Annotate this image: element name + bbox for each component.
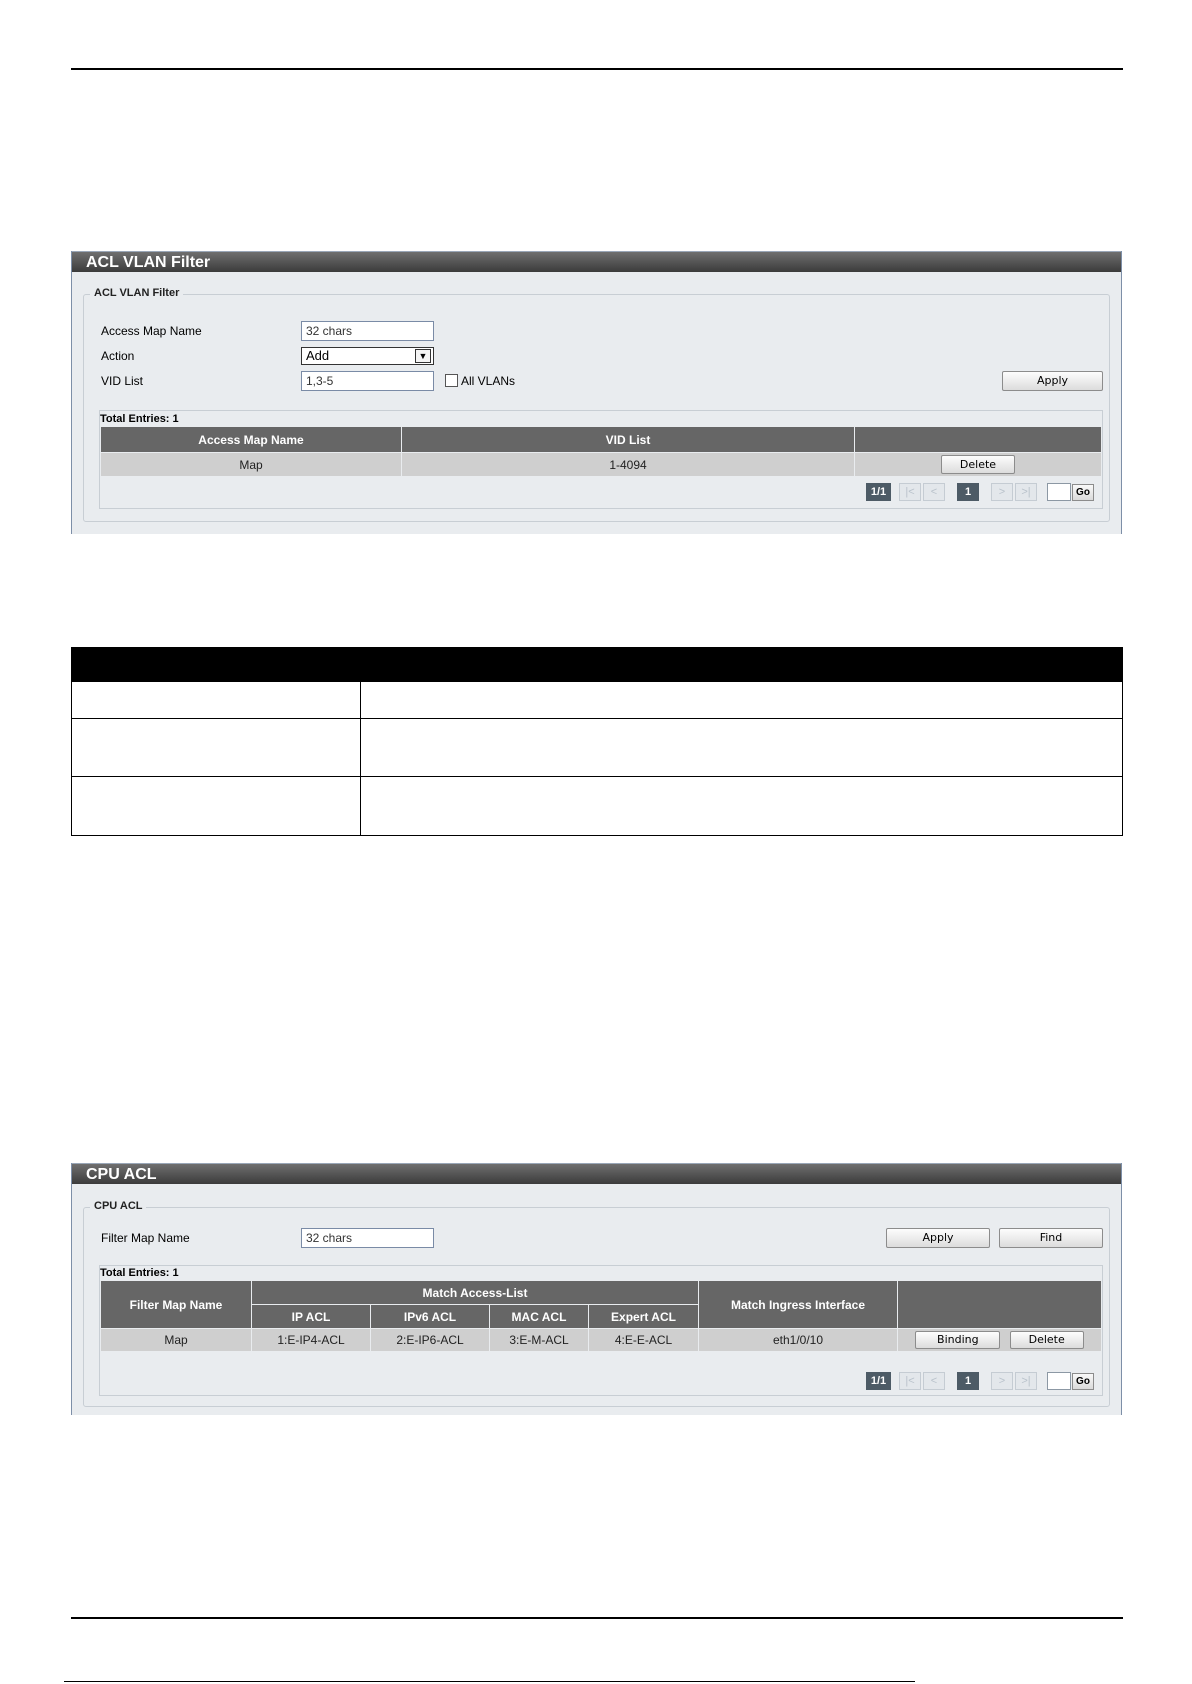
cell-actions: Delete bbox=[854, 452, 1102, 477]
action-select[interactable]: Add ▼ bbox=[301, 347, 434, 365]
pager: 1/1 |< < 1 > >| Go bbox=[866, 483, 1106, 501]
col-mac-acl: MAC ACL bbox=[489, 1304, 589, 1329]
cell-vid-list: 1-4094 bbox=[401, 452, 855, 477]
cpu-acl-panel: CPU ACL CPU ACL Filter Map Name 32 chars… bbox=[71, 1163, 1122, 1415]
cell-ingress: eth1/0/10 bbox=[698, 1328, 898, 1352]
filter-map-name-label: Filter Map Name bbox=[101, 1231, 190, 1245]
fieldset-legend: ACL VLAN Filter bbox=[90, 287, 184, 299]
desc-header bbox=[71, 647, 361, 682]
cpu-acl-fieldset: CPU ACL Filter Map Name 32 chars Apply F… bbox=[83, 1200, 1110, 1407]
next-page-button[interactable]: > bbox=[991, 1372, 1013, 1390]
col-match-ingress-interface: Match Ingress Interface bbox=[698, 1280, 898, 1329]
next-page-button[interactable]: > bbox=[991, 483, 1013, 501]
desc-header bbox=[360, 647, 1123, 682]
cell-filter-map-name: Map bbox=[100, 1328, 252, 1352]
cell-mac-acl: 3:E-M-ACL bbox=[489, 1328, 589, 1352]
chevron-down-icon[interactable]: ▼ bbox=[415, 349, 431, 363]
cell-actions: Binding Delete bbox=[897, 1328, 1102, 1352]
desc-row bbox=[71, 776, 1123, 836]
col-ip-acl: IP ACL bbox=[251, 1304, 371, 1329]
desc-row bbox=[71, 718, 1123, 777]
access-map-name-label: Access Map Name bbox=[101, 324, 202, 338]
prev-page-button[interactable]: < bbox=[923, 483, 945, 501]
acl-vlan-filter-table: Access Map Name VID List Map 1-4094 Dele… bbox=[100, 426, 1102, 477]
binding-button[interactable]: Binding bbox=[915, 1331, 1001, 1349]
last-page-button[interactable]: >| bbox=[1015, 1372, 1037, 1390]
top-rule bbox=[71, 68, 1123, 70]
cell-ip-acl: 1:E-IP4-ACL bbox=[251, 1328, 371, 1352]
cell-ipv6-acl: 2:E-IP6-ACL bbox=[370, 1328, 490, 1352]
page-number-input[interactable] bbox=[1047, 1372, 1071, 1390]
desc-row bbox=[71, 681, 1123, 719]
prev-page-button[interactable]: < bbox=[923, 1372, 945, 1390]
last-page-button[interactable]: >| bbox=[1015, 483, 1037, 501]
cell-access-map-name: Map bbox=[100, 452, 402, 477]
action-select-value: Add bbox=[306, 348, 330, 363]
panel-title: CPU ACL bbox=[72, 1163, 1121, 1184]
panel-title: ACL VLAN Filter bbox=[72, 251, 1121, 272]
go-button[interactable]: Go bbox=[1072, 484, 1094, 501]
delete-button[interactable]: Delete bbox=[1009, 1331, 1084, 1349]
page-number-input[interactable] bbox=[1047, 483, 1071, 501]
col-access-map-name: Access Map Name bbox=[100, 426, 402, 453]
action-label: Action bbox=[101, 349, 135, 363]
col-filter-map-name: Filter Map Name bbox=[100, 1280, 252, 1329]
first-page-button[interactable]: |< bbox=[899, 483, 921, 501]
col-ipv6-acl: IPv6 ACL bbox=[370, 1304, 490, 1329]
bottom-rule bbox=[71, 1617, 1123, 1619]
delete-button[interactable]: Delete bbox=[941, 455, 1015, 474]
total-entries: Total Entries: 1 bbox=[100, 1267, 179, 1279]
col-actions bbox=[854, 426, 1102, 453]
acl-vlan-filter-fieldset: ACL VLAN Filter Access Map Name 32 chars… bbox=[83, 287, 1110, 522]
access-map-name-input[interactable]: 32 chars bbox=[301, 321, 434, 341]
apply-button[interactable]: Apply bbox=[886, 1228, 990, 1248]
table-row: Map 1-4094 Delete bbox=[100, 452, 1102, 477]
vid-list-input[interactable]: 1,3-5 bbox=[301, 371, 434, 391]
filter-map-name-input[interactable]: 32 chars bbox=[301, 1228, 434, 1248]
col-actions bbox=[897, 1280, 1102, 1329]
col-match-access-list: Match Access-List bbox=[251, 1280, 699, 1305]
table-row: Map 1:E-IP4-ACL 2:E-IP6-ACL 3:E-M-ACL 4:… bbox=[100, 1328, 1102, 1352]
cell-expert-acl: 4:E-E-ACL bbox=[588, 1328, 699, 1352]
all-vlans-label: All VLANs bbox=[461, 374, 516, 388]
acl-vlan-filter-panel: ACL VLAN Filter ACL VLAN Filter Access M… bbox=[71, 251, 1122, 534]
apply-button[interactable]: Apply bbox=[1002, 371, 1103, 391]
find-button[interactable]: Find bbox=[999, 1228, 1103, 1248]
col-expert-acl: Expert ACL bbox=[588, 1304, 699, 1329]
page-info: 1/1 bbox=[866, 483, 891, 501]
current-page[interactable]: 1 bbox=[957, 1372, 979, 1390]
vid-list-label: VID List bbox=[101, 374, 144, 388]
go-button[interactable]: Go bbox=[1072, 1373, 1094, 1390]
all-vlans-checkbox[interactable] bbox=[445, 374, 458, 387]
page-info: 1/1 bbox=[866, 1372, 891, 1390]
pager: 1/1 |< < 1 > >| Go bbox=[866, 1372, 1106, 1390]
current-page[interactable]: 1 bbox=[957, 483, 979, 501]
fieldset-legend: CPU ACL bbox=[90, 1200, 147, 1212]
footer-rule bbox=[64, 1681, 915, 1682]
total-entries: Total Entries: 1 bbox=[100, 413, 179, 425]
cpu-acl-table: Filter Map Name Match Access-List Match … bbox=[100, 1280, 1102, 1352]
col-vid-list: VID List bbox=[401, 426, 855, 453]
first-page-button[interactable]: |< bbox=[899, 1372, 921, 1390]
description-table bbox=[71, 647, 1123, 836]
